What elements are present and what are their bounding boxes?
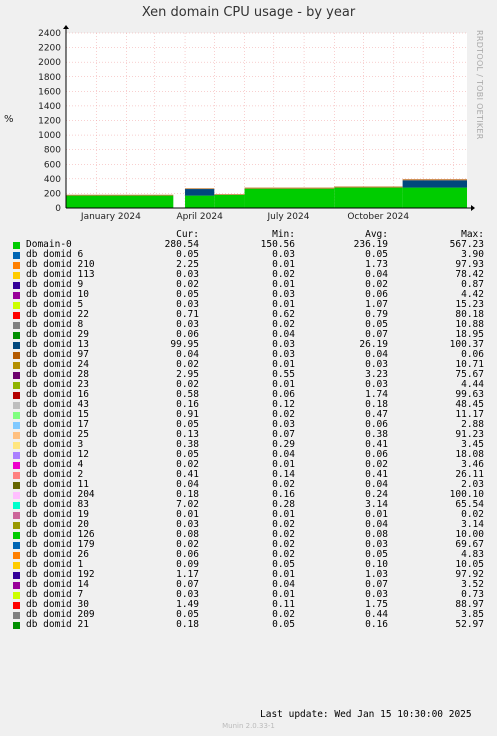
area-other-domains — [334, 186, 403, 188]
x-axis-arrow — [471, 205, 475, 211]
legend-swatch — [13, 572, 20, 579]
area-other-domains — [244, 187, 335, 189]
legend-swatch — [13, 622, 20, 629]
footer-version: Munin 2.0.33-1 — [222, 722, 275, 730]
area-db-domid-13 — [402, 180, 467, 188]
legend-swatch — [13, 482, 20, 489]
area-domain-0 — [214, 194, 245, 208]
legend-swatch — [13, 542, 20, 549]
legend-swatch — [13, 352, 20, 359]
chart-area: 0 200 400 600 800 1000 1200 1400 1600 1800 2000 220… — [38, 25, 475, 222]
legend: Domain-0 280.54 150.56 236.19 567.23 db domid… — [0, 240, 497, 630]
y-tick-label: 1800 — [38, 73, 61, 83]
legend-cur: 0.18 — [176, 619, 199, 630]
legend-swatch — [13, 562, 20, 569]
y-tick-label: 1000 — [38, 131, 61, 141]
x-tick-label: October 2024 — [347, 212, 409, 222]
legend-swatch — [13, 582, 20, 589]
legend-swatch — [13, 552, 20, 559]
last-update: Last update: Wed Jan 15 10:30:00 2025 — [260, 709, 472, 720]
area-other-domains — [185, 188, 215, 190]
legend-swatch — [13, 422, 20, 429]
legend-swatch — [13, 512, 20, 519]
legend-swatch — [13, 242, 20, 249]
legend-swatch — [13, 442, 20, 449]
y-tick-label: 2200 — [38, 44, 61, 54]
legend-swatch — [13, 282, 20, 289]
area-db-domid-13 — [185, 189, 215, 196]
legend-swatch — [13, 392, 20, 399]
legend-max: 52.97 — [455, 619, 484, 630]
y-tick-label: 800 — [44, 146, 61, 156]
legend-swatch — [13, 252, 20, 259]
legend-row: db domid 21 0.18 0.05 0.16 52.97 — [0, 620, 497, 630]
legend-series-name: db domid 21 — [26, 619, 89, 630]
y-tick-label: 2000 — [38, 58, 61, 68]
y-tick-label: 2400 — [38, 29, 61, 39]
area-domain-0 — [66, 195, 174, 208]
y-tick-label: 1400 — [38, 102, 61, 112]
area-domain-0 — [185, 195, 215, 208]
legend-swatch — [13, 302, 20, 309]
legend-swatch — [13, 292, 20, 299]
legend-swatch — [13, 312, 20, 319]
y-tick-label: 1200 — [38, 117, 61, 127]
legend-swatch — [13, 272, 20, 279]
legend-swatch — [13, 332, 20, 339]
x-tick-label: April 2024 — [176, 212, 223, 222]
x-tick-label: July 2024 — [266, 212, 309, 222]
legend-swatch — [13, 592, 20, 599]
legend-swatch — [13, 492, 20, 499]
area-domain-0 — [334, 187, 403, 208]
legend-swatch — [13, 372, 20, 379]
legend-swatch — [13, 522, 20, 529]
y-axis-arrow — [63, 25, 69, 29]
area-domain-0 — [402, 187, 467, 208]
y-tick-label: 400 — [44, 175, 61, 185]
legend-swatch — [13, 602, 20, 609]
area-other-domains — [66, 194, 174, 196]
y-tick-label: 200 — [44, 189, 61, 199]
y-tick-label: 0 — [55, 204, 61, 214]
legend-swatch — [13, 322, 20, 329]
area-domain-0 — [244, 188, 335, 208]
legend-swatch — [13, 362, 20, 369]
legend-swatch — [13, 342, 20, 349]
legend-swatch — [13, 502, 20, 509]
legend-min: 0.05 — [272, 619, 295, 630]
legend-swatch — [13, 432, 20, 439]
legend-swatch — [13, 382, 20, 389]
y-tick-label: 600 — [44, 160, 61, 170]
legend-swatch — [13, 402, 20, 409]
y-tick-label: 1600 — [38, 87, 61, 97]
x-tick-label: January 2024 — [80, 212, 141, 222]
legend-swatch — [13, 262, 20, 269]
legend-swatch — [13, 472, 20, 479]
legend-swatch — [13, 462, 20, 469]
legend-avg: 0.16 — [365, 619, 388, 630]
legend-swatch — [13, 612, 20, 619]
legend-swatch — [13, 532, 20, 539]
legend-swatch — [13, 412, 20, 419]
area-other-domains — [402, 179, 467, 181]
area-other-domains — [214, 194, 245, 195]
legend-swatch — [13, 452, 20, 459]
